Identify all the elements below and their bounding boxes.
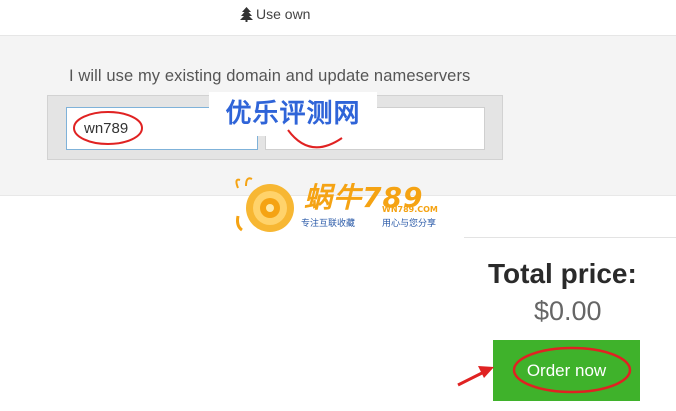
site-logo: 蜗牛789 WN789.COM 专注互联收藏 用心与您分享 bbox=[232, 176, 457, 238]
logo-slogan-a: 专注互联收藏 bbox=[301, 219, 356, 229]
use-own-tab[interactable]: Use own bbox=[240, 6, 310, 22]
total-price-label: Total price: bbox=[488, 258, 637, 289]
arrow-head bbox=[478, 366, 494, 378]
order-now-button[interactable]: Order now bbox=[493, 340, 640, 401]
logo-slogan-b: 用心与您分享 bbox=[382, 219, 437, 229]
top-strip: Use own bbox=[0, 0, 676, 36]
summary-divider bbox=[464, 237, 676, 238]
logo-url: WN789.COM bbox=[382, 205, 438, 214]
snail-icon bbox=[235, 177, 294, 232]
panel-label: I will use my existing domain and update… bbox=[69, 67, 471, 85]
watermark-text: 优乐评测网 bbox=[209, 92, 377, 136]
arrow-icon bbox=[457, 370, 485, 387]
tree-icon bbox=[240, 6, 253, 22]
use-own-label: Use own bbox=[256, 6, 311, 22]
total-price-value: $0.00 bbox=[534, 296, 602, 326]
